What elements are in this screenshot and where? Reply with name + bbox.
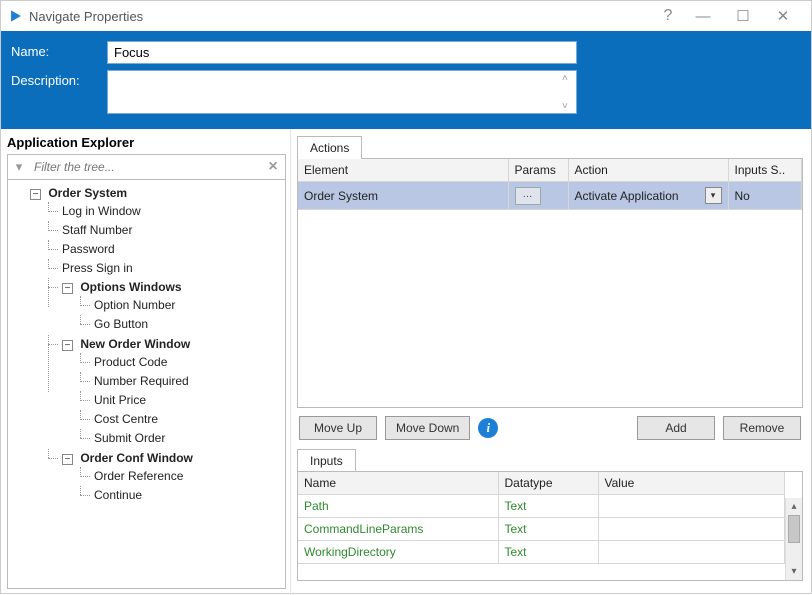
inputs-scrollbar[interactable]: ▴ ▾ [785,498,802,580]
cell-input-datatype[interactable]: Text [498,495,598,518]
add-button[interactable]: Add [637,416,715,440]
chevron-up-icon[interactable]: ˄ [562,73,572,83]
inputs-row[interactable]: Path Text [298,495,785,518]
actions-row[interactable]: Order System … Activate Application ▾ No [298,182,802,210]
clear-filter-button[interactable]: × [261,158,285,176]
maximize-button[interactable]: ☐ [723,2,763,30]
cell-element[interactable]: Order System [298,182,508,210]
description-input[interactable]: ˄ ˅ [107,70,577,114]
filter-icon: ▾ [8,159,30,175]
tab-actions[interactable]: Actions [297,136,362,159]
close-button[interactable]: ✕ [763,2,803,30]
name-label: Name: [11,41,107,59]
cell-input-name[interactable]: Path [298,495,498,518]
info-icon[interactable]: i [478,418,498,438]
properties-header: Name: Description: ˄ ˅ [1,31,811,129]
tree-node-options-windows[interactable]: Options Windows [80,280,181,294]
cell-input-datatype[interactable]: Text [498,518,598,541]
actions-panel: Element Params Action Inputs S.. Order S… [297,158,803,408]
filter-input[interactable] [30,156,261,178]
app-icon [9,9,23,23]
cell-params: … [508,182,568,210]
explorer-title: Application Explorer [7,135,286,150]
inputs-table: Name Datatype Value Path Text CommandLin… [298,472,785,564]
cell-input-name[interactable]: CommandLineParams [298,518,498,541]
tree-node-order-system[interactable]: Order System [48,186,127,200]
scroll-down-icon[interactable]: ▾ [786,563,802,580]
chevron-down-icon[interactable]: ▾ [705,187,722,204]
col-input-value[interactable]: Value [598,472,785,495]
tree-node[interactable]: Go Button [94,317,148,331]
action-dropdown-value: Activate Application [575,189,705,203]
inputs-row[interactable]: CommandLineParams Text [298,518,785,541]
tree-node-order-conf-window[interactable]: Order Conf Window [80,451,193,465]
cell-input-value[interactable] [598,541,785,564]
collapse-icon[interactable]: − [62,283,73,294]
action-dropdown[interactable]: Activate Application ▾ [575,187,722,204]
cell-action: Activate Application ▾ [568,182,728,210]
col-element[interactable]: Element [298,159,508,182]
col-inputs[interactable]: Inputs S.. [728,159,802,182]
tree-node[interactable]: Number Required [94,374,189,388]
tree-node[interactable]: Password [62,242,115,256]
tree-node[interactable]: Unit Price [94,393,146,407]
params-button[interactable]: … [515,187,541,205]
tree-node[interactable]: Staff Number [62,223,132,237]
tree-node-new-order-window[interactable]: New Order Window [80,337,190,351]
window-title: Navigate Properties [29,9,143,24]
collapse-icon[interactable]: − [62,454,73,465]
tree-node[interactable]: Product Code [94,355,167,369]
tree-node[interactable]: Cost Centre [94,412,158,426]
cell-inputs[interactable]: No [728,182,802,210]
remove-button[interactable]: Remove [723,416,801,440]
tree-node[interactable]: Option Number [94,298,175,312]
tree-node[interactable]: Log in Window [62,204,141,218]
actions-button-row: Move Up Move Down i Add Remove [297,408,803,448]
cell-input-value[interactable] [598,518,785,541]
actions-table: Element Params Action Inputs S.. Order S… [298,159,802,210]
inputs-panel: Name Datatype Value Path Text CommandLin… [297,471,803,581]
cell-input-name[interactable]: WorkingDirectory [298,541,498,564]
scroll-thumb[interactable] [788,515,800,543]
filter-box: ▾ × [7,154,286,180]
tab-inputs[interactable]: Inputs [297,449,356,472]
title-bar: Navigate Properties ? — ☐ ✕ [1,1,811,31]
move-down-button[interactable]: Move Down [385,416,470,440]
name-input[interactable] [107,41,577,64]
collapse-icon[interactable]: − [62,340,73,351]
col-input-datatype[interactable]: Datatype [498,472,598,495]
cell-input-value[interactable] [598,495,785,518]
col-params[interactable]: Params [508,159,568,182]
cell-input-datatype[interactable]: Text [498,541,598,564]
minimize-button[interactable]: — [683,2,723,30]
tree-node[interactable]: Order Reference [94,469,183,483]
col-action[interactable]: Action [568,159,728,182]
scroll-up-icon[interactable]: ▴ [786,498,802,515]
tree-node[interactable]: Press Sign in [62,261,133,275]
tree-view[interactable]: − Order System Log in Window Staff Numbe… [7,180,286,589]
col-input-name[interactable]: Name [298,472,498,495]
tree-node[interactable]: Submit Order [94,431,165,445]
move-up-button[interactable]: Move Up [299,416,377,440]
collapse-icon[interactable]: − [30,189,41,200]
chevron-down-icon[interactable]: ˅ [562,101,572,111]
help-button[interactable]: ? [653,2,683,30]
inputs-row[interactable]: WorkingDirectory Text [298,541,785,564]
tree-node[interactable]: Continue [94,488,142,502]
description-label: Description: [11,70,107,88]
